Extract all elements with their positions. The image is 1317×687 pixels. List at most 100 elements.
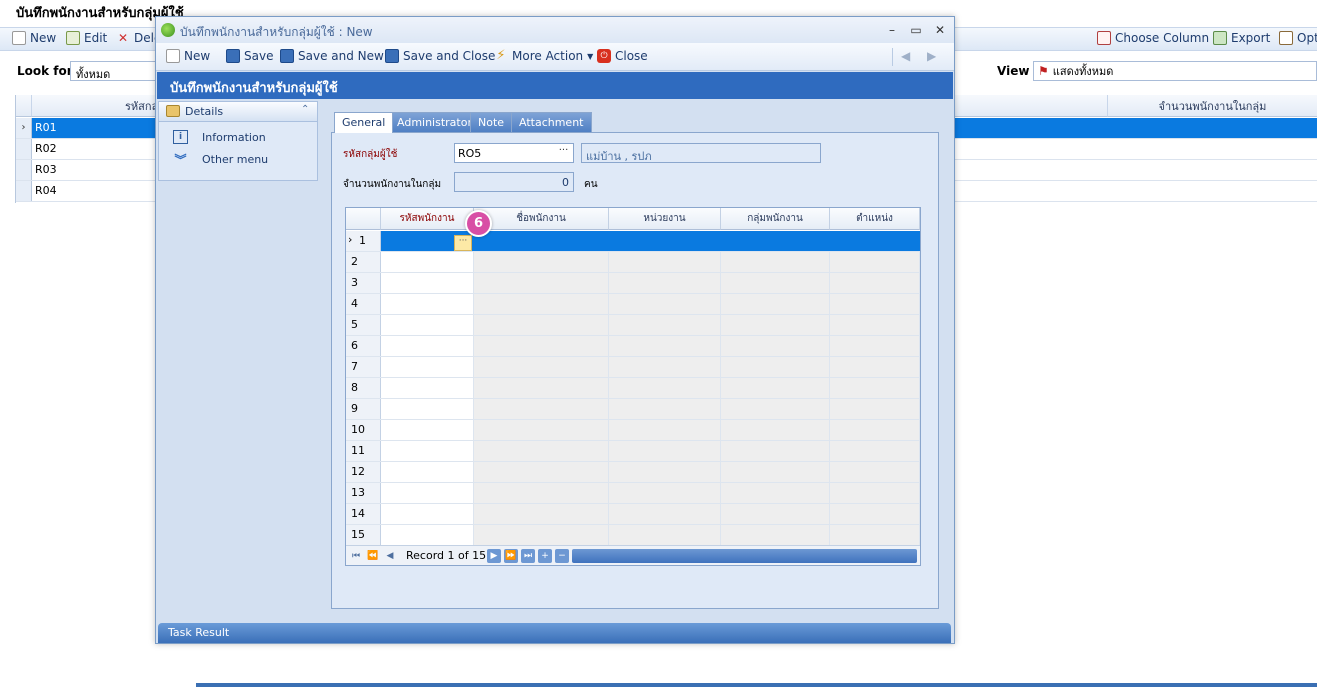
lookup-ellipsis-icon[interactable]: ···	[554, 144, 573, 162]
grid-cell[interactable]	[609, 378, 721, 398]
grid-cell[interactable]	[609, 294, 721, 314]
column-header-emp-name[interactable]: ชื่อพนักงาน	[474, 208, 609, 230]
save-and-close-button[interactable]: Save and Close	[385, 49, 495, 63]
previous-record-icon[interactable]: ◀	[383, 549, 397, 563]
task-result-bar[interactable]: Task Result	[158, 623, 951, 643]
grid-cell[interactable]	[381, 441, 474, 461]
grid-cell[interactable]	[609, 420, 721, 440]
maximize-icon[interactable]: ▭	[908, 22, 924, 38]
tab-general[interactable]: General	[334, 112, 394, 133]
grid-cell[interactable]	[830, 336, 920, 356]
grid-cell[interactable]	[721, 525, 830, 545]
grid-cell[interactable]	[721, 504, 830, 524]
grid-cell[interactable]	[381, 357, 474, 377]
grid-cell[interactable]	[609, 399, 721, 419]
grid-cell[interactable]	[474, 357, 609, 377]
information-menu-item[interactable]: i Information	[173, 130, 266, 144]
table-row[interactable]: › 1	[346, 231, 920, 252]
grid-cell[interactable]	[609, 357, 721, 377]
grid-cell[interactable]	[474, 483, 609, 503]
grid-cell[interactable]	[381, 420, 474, 440]
grid-cell[interactable]	[474, 294, 609, 314]
delete-record-icon[interactable]: −	[555, 549, 569, 563]
grid-cell[interactable]	[721, 357, 830, 377]
grid-cell[interactable]	[830, 378, 920, 398]
grid-cell[interactable]	[721, 399, 830, 419]
grid-cell[interactable]	[609, 231, 721, 251]
grid-cell[interactable]	[830, 420, 920, 440]
grid-cell[interactable]	[609, 462, 721, 482]
grid-cell[interactable]	[474, 399, 609, 419]
grid-cell[interactable]	[474, 525, 609, 545]
minimize-icon[interactable]: –	[884, 22, 900, 38]
grid-cell[interactable]	[830, 462, 920, 482]
first-record-icon[interactable]: ⏮	[349, 549, 363, 563]
grid-cell[interactable]	[830, 315, 920, 335]
grid-cell[interactable]	[721, 231, 830, 251]
more-action-button[interactable]: ⚡ More Action ▼	[494, 49, 593, 64]
table-row[interactable]: 11	[346, 441, 920, 462]
grid-cell[interactable]	[830, 504, 920, 524]
grid-cell[interactable]	[474, 378, 609, 398]
grid-cell[interactable]	[721, 483, 830, 503]
grid-cell[interactable]	[474, 273, 609, 293]
grid-cell[interactable]	[381, 378, 474, 398]
cell-lookup-button[interactable]: ···	[454, 235, 472, 251]
edit-button[interactable]: Edit	[66, 31, 107, 45]
details-panel-header[interactable]: Details ⌃	[159, 102, 317, 122]
grid-cell[interactable]	[474, 336, 609, 356]
horizontal-scrollbar[interactable]	[572, 549, 917, 563]
collapse-icon[interactable]: ⌃	[301, 104, 309, 115]
grid-cell[interactable]	[830, 399, 920, 419]
next-record-icon[interactable]: ▶	[487, 549, 501, 563]
column-header-position[interactable]: ตำแหน่ง	[830, 208, 920, 230]
close-button[interactable]: ⏻ Close	[597, 49, 648, 63]
grid-cell[interactable]	[474, 504, 609, 524]
grid-cell[interactable]	[381, 462, 474, 482]
grid-cell[interactable]	[609, 483, 721, 503]
grid-cell[interactable]	[609, 441, 721, 461]
options-button[interactable]: Opt	[1279, 31, 1317, 45]
table-row[interactable]: 15	[346, 525, 920, 546]
grid-cell[interactable]	[721, 420, 830, 440]
previous-page-icon[interactable]: ⏪	[366, 549, 380, 563]
grid-cell[interactable]	[721, 378, 830, 398]
grid-cell[interactable]	[721, 462, 830, 482]
grid-cell[interactable]	[830, 441, 920, 461]
grid-cell[interactable]	[609, 336, 721, 356]
table-row[interactable]: 14	[346, 504, 920, 525]
column-header-department[interactable]: หน่วยงาน	[609, 208, 721, 230]
table-row[interactable]: 4	[346, 294, 920, 315]
grid-cell[interactable]	[609, 504, 721, 524]
save-and-new-button[interactable]: Save and New	[280, 49, 384, 63]
table-row[interactable]: 12	[346, 462, 920, 483]
table-row[interactable]: 9	[346, 399, 920, 420]
save-button[interactable]: Save	[226, 49, 273, 63]
grid-cell[interactable]	[830, 273, 920, 293]
tab-note[interactable]: Note	[470, 112, 513, 132]
grid-cell[interactable]	[721, 336, 830, 356]
new-button[interactable]: New	[166, 49, 210, 63]
grid-cell[interactable]	[474, 252, 609, 272]
next-arrow-icon[interactable]: ▶	[927, 49, 936, 63]
close-icon[interactable]: ✕	[932, 22, 948, 38]
grid-cell[interactable]	[830, 231, 920, 251]
grid-cell[interactable]	[381, 399, 474, 419]
grid-cell[interactable]	[609, 252, 721, 272]
table-row[interactable]: 5	[346, 315, 920, 336]
column-header-count[interactable]: จำนวนพนักงานในกลุ่ม	[1108, 95, 1317, 117]
choose-column-button[interactable]: Choose Column	[1097, 31, 1209, 45]
grid-cell[interactable]	[721, 252, 830, 272]
other-menu-item[interactable]: ︾ Other menu	[173, 153, 268, 166]
grid-cell[interactable]	[381, 525, 474, 545]
grid-cell[interactable]	[474, 462, 609, 482]
table-row[interactable]: 7	[346, 357, 920, 378]
grid-cell[interactable]	[609, 315, 721, 335]
grid-cell[interactable]	[381, 315, 474, 335]
table-row[interactable]: 10	[346, 420, 920, 441]
export-button[interactable]: Export	[1213, 31, 1270, 45]
next-page-icon[interactable]: ⏩	[504, 549, 518, 563]
add-record-icon[interactable]: +	[538, 549, 552, 563]
grid-cell[interactable]	[381, 252, 474, 272]
column-header-emp-group[interactable]: กลุ่มพนักงาน	[721, 208, 830, 230]
